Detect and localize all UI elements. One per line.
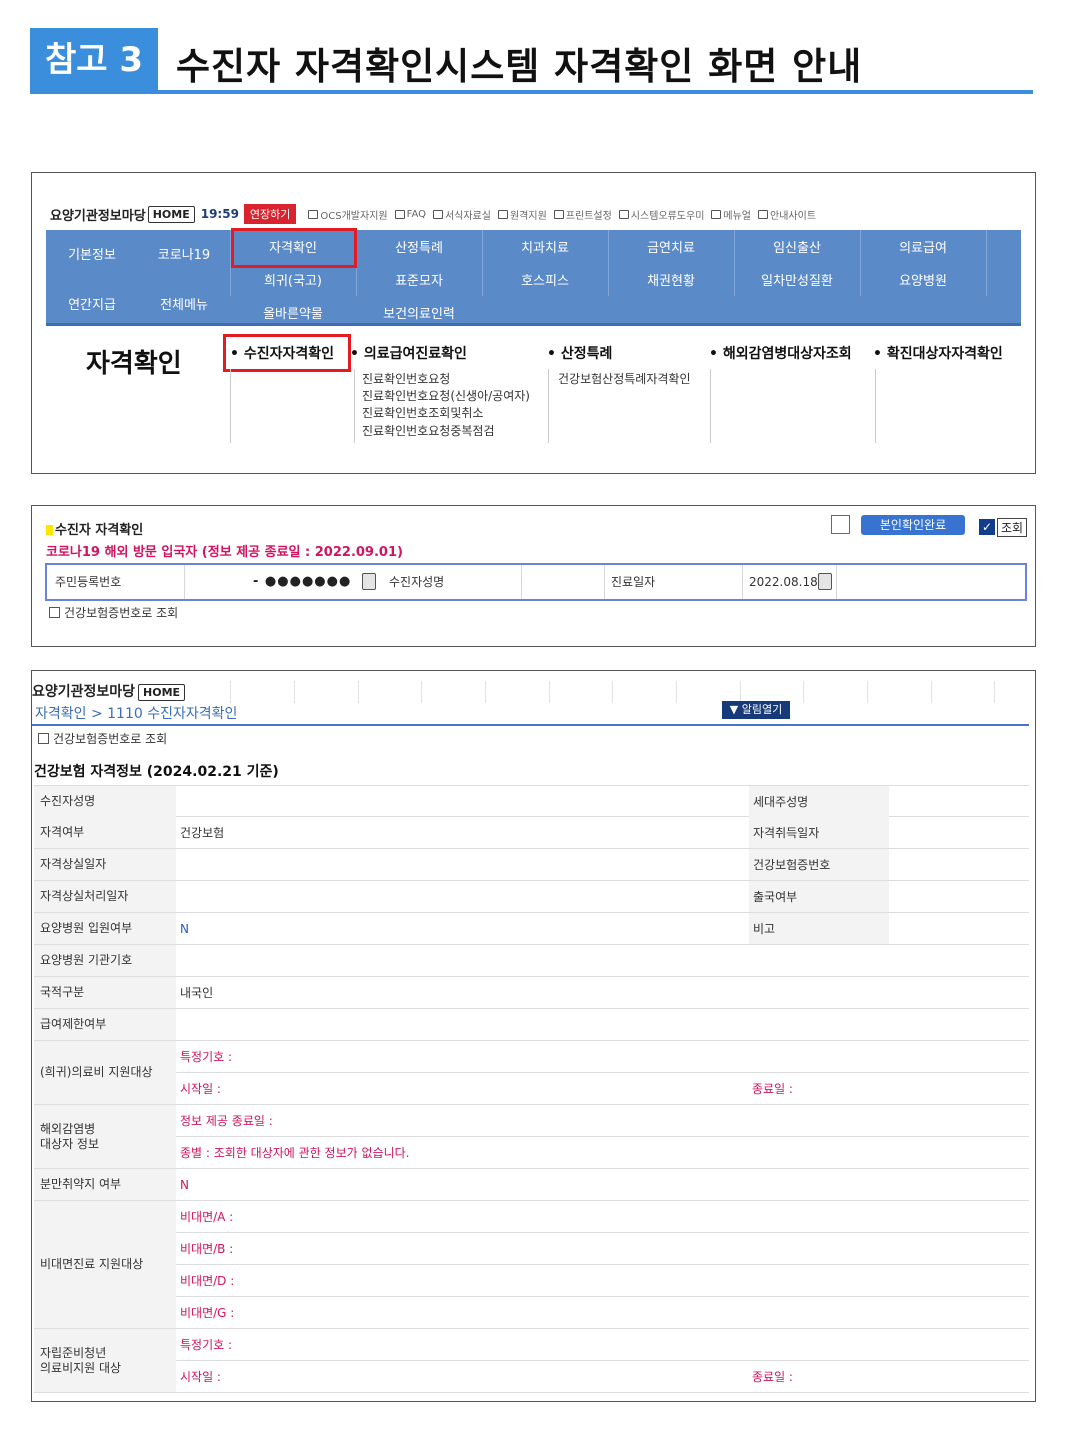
document-icon: [432, 209, 443, 219]
printer-icon: [618, 209, 629, 219]
highlight-patient-eligibility: [223, 334, 351, 372]
query-form: 주민등록번호 - ●●●●●●● 수진자성명 진료일자 2022.08.18: [45, 563, 1027, 601]
submenu-overseas-infection[interactable]: • 해외감염병대상자조회: [709, 343, 852, 363]
doc-title: 수진자 자격확인시스템 자격확인 화면 안내: [176, 45, 863, 88]
extend-session-button[interactable]: 연장하기: [243, 204, 297, 224]
menu-annual-pay[interactable]: 연간지급: [46, 294, 138, 313]
submenu-item[interactable]: 건강보험산정특례자격확인: [558, 370, 690, 387]
menu-medical-aid[interactable]: 의료급여: [860, 237, 986, 256]
submenu-title: 자격확인: [86, 349, 182, 379]
section-title: 건강보험 자격정보 (2024.02.21 기준): [34, 764, 279, 780]
menu-special-calc[interactable]: 산정특례: [356, 237, 482, 256]
submenu-item[interactable]: 진료확인번호요청: [362, 370, 450, 387]
cardno-query-checkbox[interactable]: 건강보험증번호로 조회: [49, 604, 178, 621]
cardno-query-checkbox[interactable]: 건강보험증번호로 조회: [38, 730, 167, 747]
submenu-item[interactable]: 진료확인번호조회및취소: [362, 404, 483, 421]
rrn-label: 주민등록번호: [55, 575, 122, 589]
menu-smoking[interactable]: 금연치료: [608, 237, 734, 256]
table-row: (희귀)의료비 지원대상 특정기호 : 시작일 : 종료일 :: [34, 1041, 1029, 1105]
eligibility-query-panel: 수진자 자격확인 코로나19 해외 방문 입국자 (정보 제공 종료일 : 20…: [31, 505, 1036, 647]
home-button[interactable]: HOME: [138, 684, 186, 701]
site-brand: 요양기관정보마당 HOME: [32, 681, 191, 701]
header-underline: [30, 90, 1033, 94]
table-row: 요양병원 기관기호: [34, 945, 1029, 977]
open-notice-button[interactable]: ▼ 알림열기: [722, 701, 790, 719]
table-row: 자격상실처리일자 출국여부: [34, 881, 1029, 913]
menu-maternal[interactable]: 표준모자: [356, 270, 482, 289]
menu-all[interactable]: 전체메뉴: [138, 294, 230, 313]
confirm-checkbox[interactable]: [831, 515, 850, 534]
submenu-item[interactable]: 진료확인번호요청중복점검: [362, 422, 494, 439]
query-title: 수진자 자격확인: [46, 519, 143, 538]
menu-hospice[interactable]: 호스피스: [482, 270, 608, 289]
home-button[interactable]: HOME: [147, 205, 195, 223]
toplink-forms[interactable]: 서식자료실: [432, 207, 491, 222]
submenu-confirmed-case[interactable]: • 확진대상자자격확인: [873, 343, 1003, 363]
window-icon: [758, 209, 769, 219]
menu-claims[interactable]: 채권현황: [608, 270, 734, 289]
submenu-item[interactable]: 진료확인번호요청(신생아/공여자): [362, 387, 530, 404]
chat-icon: [394, 209, 405, 219]
toplink-error-help[interactable]: 시스템오류도우미: [618, 207, 704, 222]
book-icon: [711, 209, 722, 219]
identity-confirmed-button[interactable]: 본인확인완료: [861, 515, 965, 535]
rrn-input[interactable]: - ●●●●●●●: [253, 565, 351, 599]
table-row: 자립준비청년 의료비지원 대상 특정기호 : 시작일 : 종료일 :: [34, 1329, 1029, 1393]
menu-covid19[interactable]: 코로나19: [138, 244, 230, 263]
table-row: 국적구분 내국인: [34, 977, 1029, 1009]
site-brand: 요양기관정보마당: [50, 208, 146, 224]
window-icon: [308, 209, 319, 219]
menu-rare-disease[interactable]: 희귀(국고): [230, 270, 356, 289]
menu-health-workforce[interactable]: 보건의료인력: [356, 303, 482, 322]
doc-header: 참고 3 수진자 자격확인시스템 자격확인 화면 안내: [30, 28, 1033, 95]
query-checkbox[interactable]: ✓: [979, 519, 995, 535]
table-row: 요양병원 입원여부 N 비고: [34, 913, 1029, 945]
query-label[interactable]: 조회: [997, 518, 1028, 537]
table-row: 자격여부 건강보험 자격취득일자: [34, 817, 1029, 849]
table-row: 비대면진료 지원대상 비대면/A : 비대면/B : 비대면/D : 비대면/G…: [34, 1201, 1029, 1329]
toplink-faq[interactable]: FAQ: [394, 209, 426, 220]
table-row: 수진자성명 세대주성명: [34, 785, 1029, 817]
breadcrumb: 자격확인 > 1110 수진자자격확인: [35, 706, 238, 722]
name-label: 수진자성명: [389, 575, 445, 589]
table-row: 자격상실일자 건강보험증번호: [34, 849, 1029, 881]
reference-badge: 참고 3: [30, 28, 158, 92]
calendar-icon[interactable]: [818, 573, 832, 590]
highlight-eligibility-menu: [231, 228, 357, 268]
date-label: 진료일자: [611, 575, 656, 589]
table-row: 급여제한여부: [34, 1009, 1029, 1041]
printer-icon: [553, 209, 564, 219]
main-menu: 기본정보 코로나19 연간지급 전체메뉴 자격확인 산정특례 치과치료 금연치료…: [46, 230, 1021, 326]
submenu-special-calc[interactable]: • 산정특례: [547, 343, 612, 363]
table-row: 분만취약지 여부 N: [34, 1169, 1029, 1201]
eligibility-result-panel: 요양기관정보마당 HOME 자격확인 > 1110 수진자자격확인 ▼ 알림열기 …: [31, 670, 1036, 1402]
menu-chronic[interactable]: 일차만성질환: [734, 270, 860, 289]
session-clock: 19:59: [200, 207, 239, 221]
submenu-medical-aid-check[interactable]: • 의료급여진료확인: [350, 343, 467, 363]
menu-nursing-hospital[interactable]: 요양병원: [860, 270, 986, 289]
covid-alert: 코로나19 해외 방문 입국자 (정보 제공 종료일 : 2022.09.01): [46, 545, 403, 560]
menu-dental[interactable]: 치과치료: [482, 237, 608, 256]
menu-pregnancy[interactable]: 임신출산: [734, 237, 860, 256]
monitor-icon: [497, 209, 508, 219]
toplink-remote[interactable]: 원격지원: [497, 207, 547, 222]
toplink-print[interactable]: 프린트설정: [553, 207, 612, 222]
toplink-ocs[interactable]: OCS개발자지원: [308, 207, 388, 222]
toplink-manual[interactable]: 메뉴얼: [711, 207, 751, 222]
menu-basic-info[interactable]: 기본정보: [46, 244, 138, 263]
date-input[interactable]: 2022.08.18: [749, 565, 818, 599]
mouse-keypad-icon[interactable]: [362, 573, 376, 590]
toplink-guide[interactable]: 안내사이트: [758, 207, 816, 222]
top-bar: 요양기관정보마당 HOME 19:59 연장하기 OCS개발자지원 FAQ 서식…: [50, 203, 823, 225]
table-row: 해외감염병 대상자 정보 정보 제공 종료일 : 종별 : 조회한 대상자에 관한…: [34, 1105, 1029, 1169]
menu-proper-drug[interactable]: 올바른약물: [230, 303, 356, 322]
menu-screenshot-panel: 요양기관정보마당 HOME 19:59 연장하기 OCS개발자지원 FAQ 서식…: [31, 172, 1036, 474]
